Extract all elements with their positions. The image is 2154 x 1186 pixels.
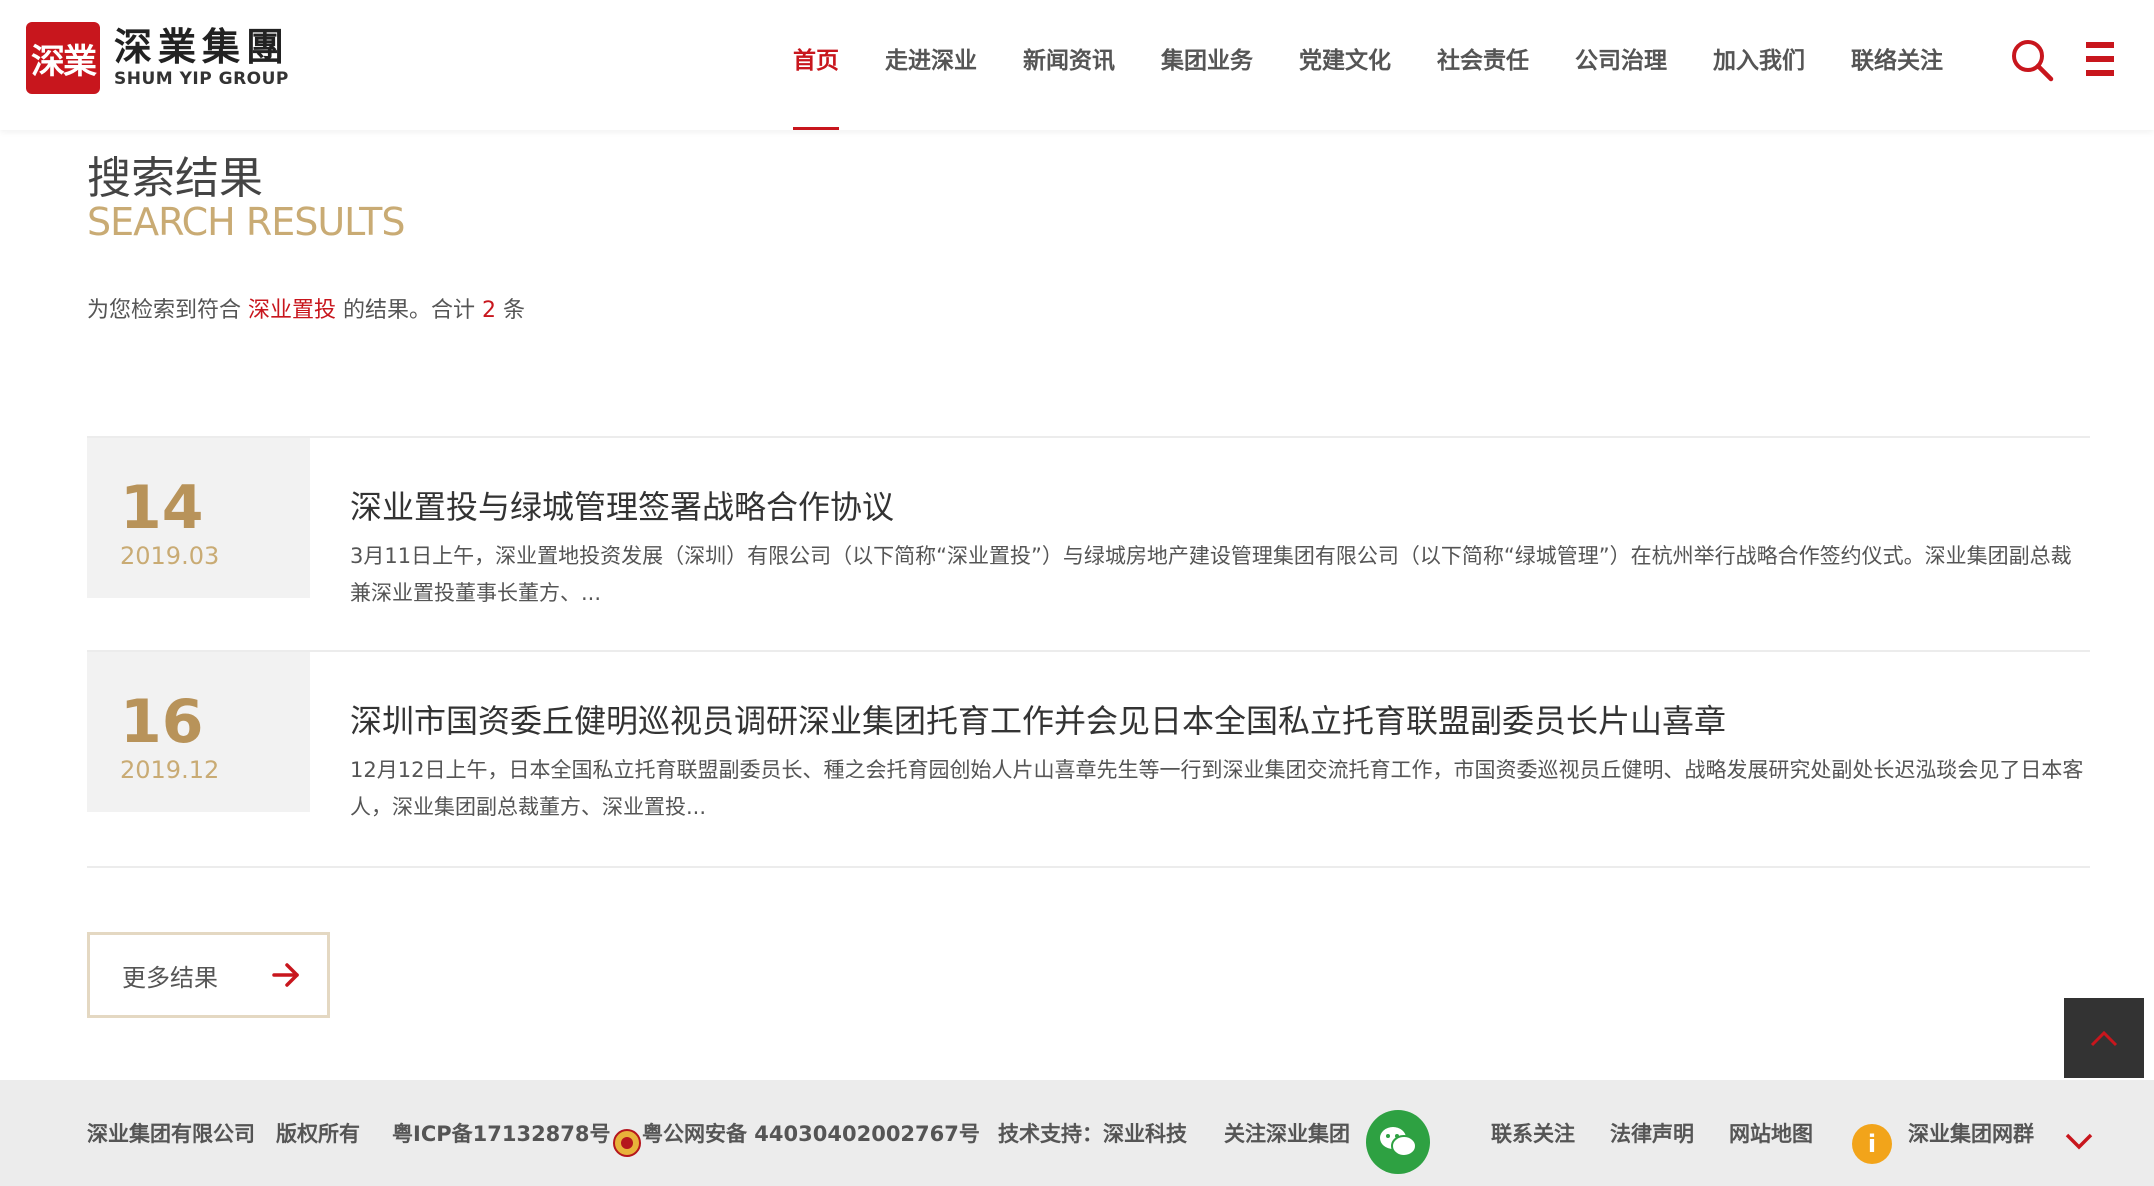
date-year-month: 2019.12: [120, 756, 220, 784]
logo-chinese-name: 深業集團: [114, 24, 291, 69]
result-item: 16 2019.12 深圳市国资委丘健明巡视员调研深业集团托育工作并会见日本全国…: [87, 652, 2090, 868]
date-day: 14: [120, 473, 204, 543]
result-item: 14 2019.03 深业置投与绿城管理签署战略合作协议 3月11日上午，深业置…: [87, 436, 2090, 652]
footer-company: 深业集团有限公司: [87, 1122, 255, 1146]
page-title-english: SEARCH RESULTS: [87, 200, 405, 244]
footer-icp-link[interactable]: 粤ICP备17132878号: [392, 1080, 611, 1186]
arrow-right-icon: [272, 963, 299, 987]
chevron-down-icon[interactable]: [2064, 1130, 2094, 1152]
search-icon[interactable]: [2010, 38, 2054, 82]
search-results-list: 14 2019.03 深业置投与绿城管理签署战略合作协议 3月11日上午，深业置…: [87, 436, 2090, 868]
logo-text: 深業集團 SHUM YIP GROUP: [114, 26, 290, 90]
result-date[interactable]: 14 2019.03: [87, 438, 310, 598]
nav-item-about[interactable]: 走进深业: [862, 0, 1000, 130]
chevron-up-icon: [2090, 1030, 2118, 1047]
footer-police-record-link[interactable]: 粤公网安备 44030402002767号: [642, 1080, 980, 1186]
wechat-bubbles-icon: [1380, 1127, 1417, 1157]
result-description: 3月11日上午，深业置地投资发展（深圳）有限公司（以下简称“深业置投”）与绿城房…: [350, 544, 2072, 605]
search-keyword: 深业置投: [248, 298, 337, 323]
nav-item-social-responsibility[interactable]: 社会责任: [1414, 0, 1552, 130]
result-title-link[interactable]: 深圳市国资委丘健明巡视员调研深业集团托育工作并会见日本全国私立托育联盟副委员长片…: [350, 696, 1726, 742]
summary-prefix: 为您检索到符合: [87, 298, 242, 323]
footer-site-group-dropdown[interactable]: 深业集团网群: [1908, 1080, 2034, 1186]
footer-legal-link[interactable]: 法律声明: [1610, 1080, 1694, 1186]
wechat-icon[interactable]: [1366, 1110, 1430, 1174]
summary-middle: 的结果。合计: [343, 298, 476, 323]
date-year-month: 2019.03: [120, 542, 220, 570]
info-icon: i: [1852, 1124, 1892, 1164]
back-to-top-button[interactable]: [2064, 998, 2144, 1078]
site-header: 深業 深業集團 SHUM YIP GROUP 首页 走进深业 新闻资讯 集团业务…: [0, 0, 2154, 130]
nav-item-home[interactable]: 首页: [770, 0, 862, 130]
logo-seal: 深業: [26, 22, 100, 94]
nav-item-contact[interactable]: 联络关注: [1828, 0, 1966, 130]
footer-tech-support: 技术支持：深业科技: [998, 1122, 1187, 1146]
footer-contact-link[interactable]: 联系关注: [1491, 1080, 1575, 1186]
nav-item-business[interactable]: 集团业务: [1138, 0, 1276, 130]
result-count: 2: [482, 298, 497, 323]
footer-follow-label: 关注深业集团: [1224, 1122, 1350, 1146]
hamburger-menu-icon[interactable]: [2086, 42, 2114, 76]
police-badge-icon: [613, 1129, 641, 1157]
logo-english-name: SHUM YIP GROUP: [114, 69, 289, 89]
more-results-button[interactable]: 更多结果: [87, 932, 330, 1018]
nav-item-news[interactable]: 新闻资讯: [1000, 0, 1138, 130]
main-nav: 首页 走进深业 新闻资讯 集团业务 党建文化 社会责任 公司治理 加入我们 联络…: [770, 0, 1966, 130]
date-day: 16: [120, 687, 204, 757]
result-description: 12月12日上午，日本全国私立托育联盟副委员长、種之会托育园创始人片山喜章先生等…: [350, 758, 2084, 819]
nav-item-join-us[interactable]: 加入我们: [1690, 0, 1828, 130]
footer-sitemap-link[interactable]: 网站地图: [1729, 1080, 1813, 1186]
more-results-label: 更多结果: [122, 963, 218, 992]
search-summary: 为您检索到符合 深业置投 的结果。合计 2 条: [87, 292, 525, 324]
summary-suffix: 条: [503, 298, 526, 323]
result-date[interactable]: 16 2019.12: [87, 652, 310, 812]
nav-item-governance[interactable]: 公司治理: [1552, 0, 1690, 130]
result-title-link[interactable]: 深业置投与绿城管理签署战略合作协议: [350, 482, 894, 528]
footer-rights: 版权所有: [276, 1122, 360, 1146]
page-title: 搜索结果: [87, 153, 263, 204]
nav-item-party-culture[interactable]: 党建文化: [1276, 0, 1414, 130]
site-logo[interactable]: 深業 深業集團 SHUM YIP GROUP: [26, 22, 290, 94]
